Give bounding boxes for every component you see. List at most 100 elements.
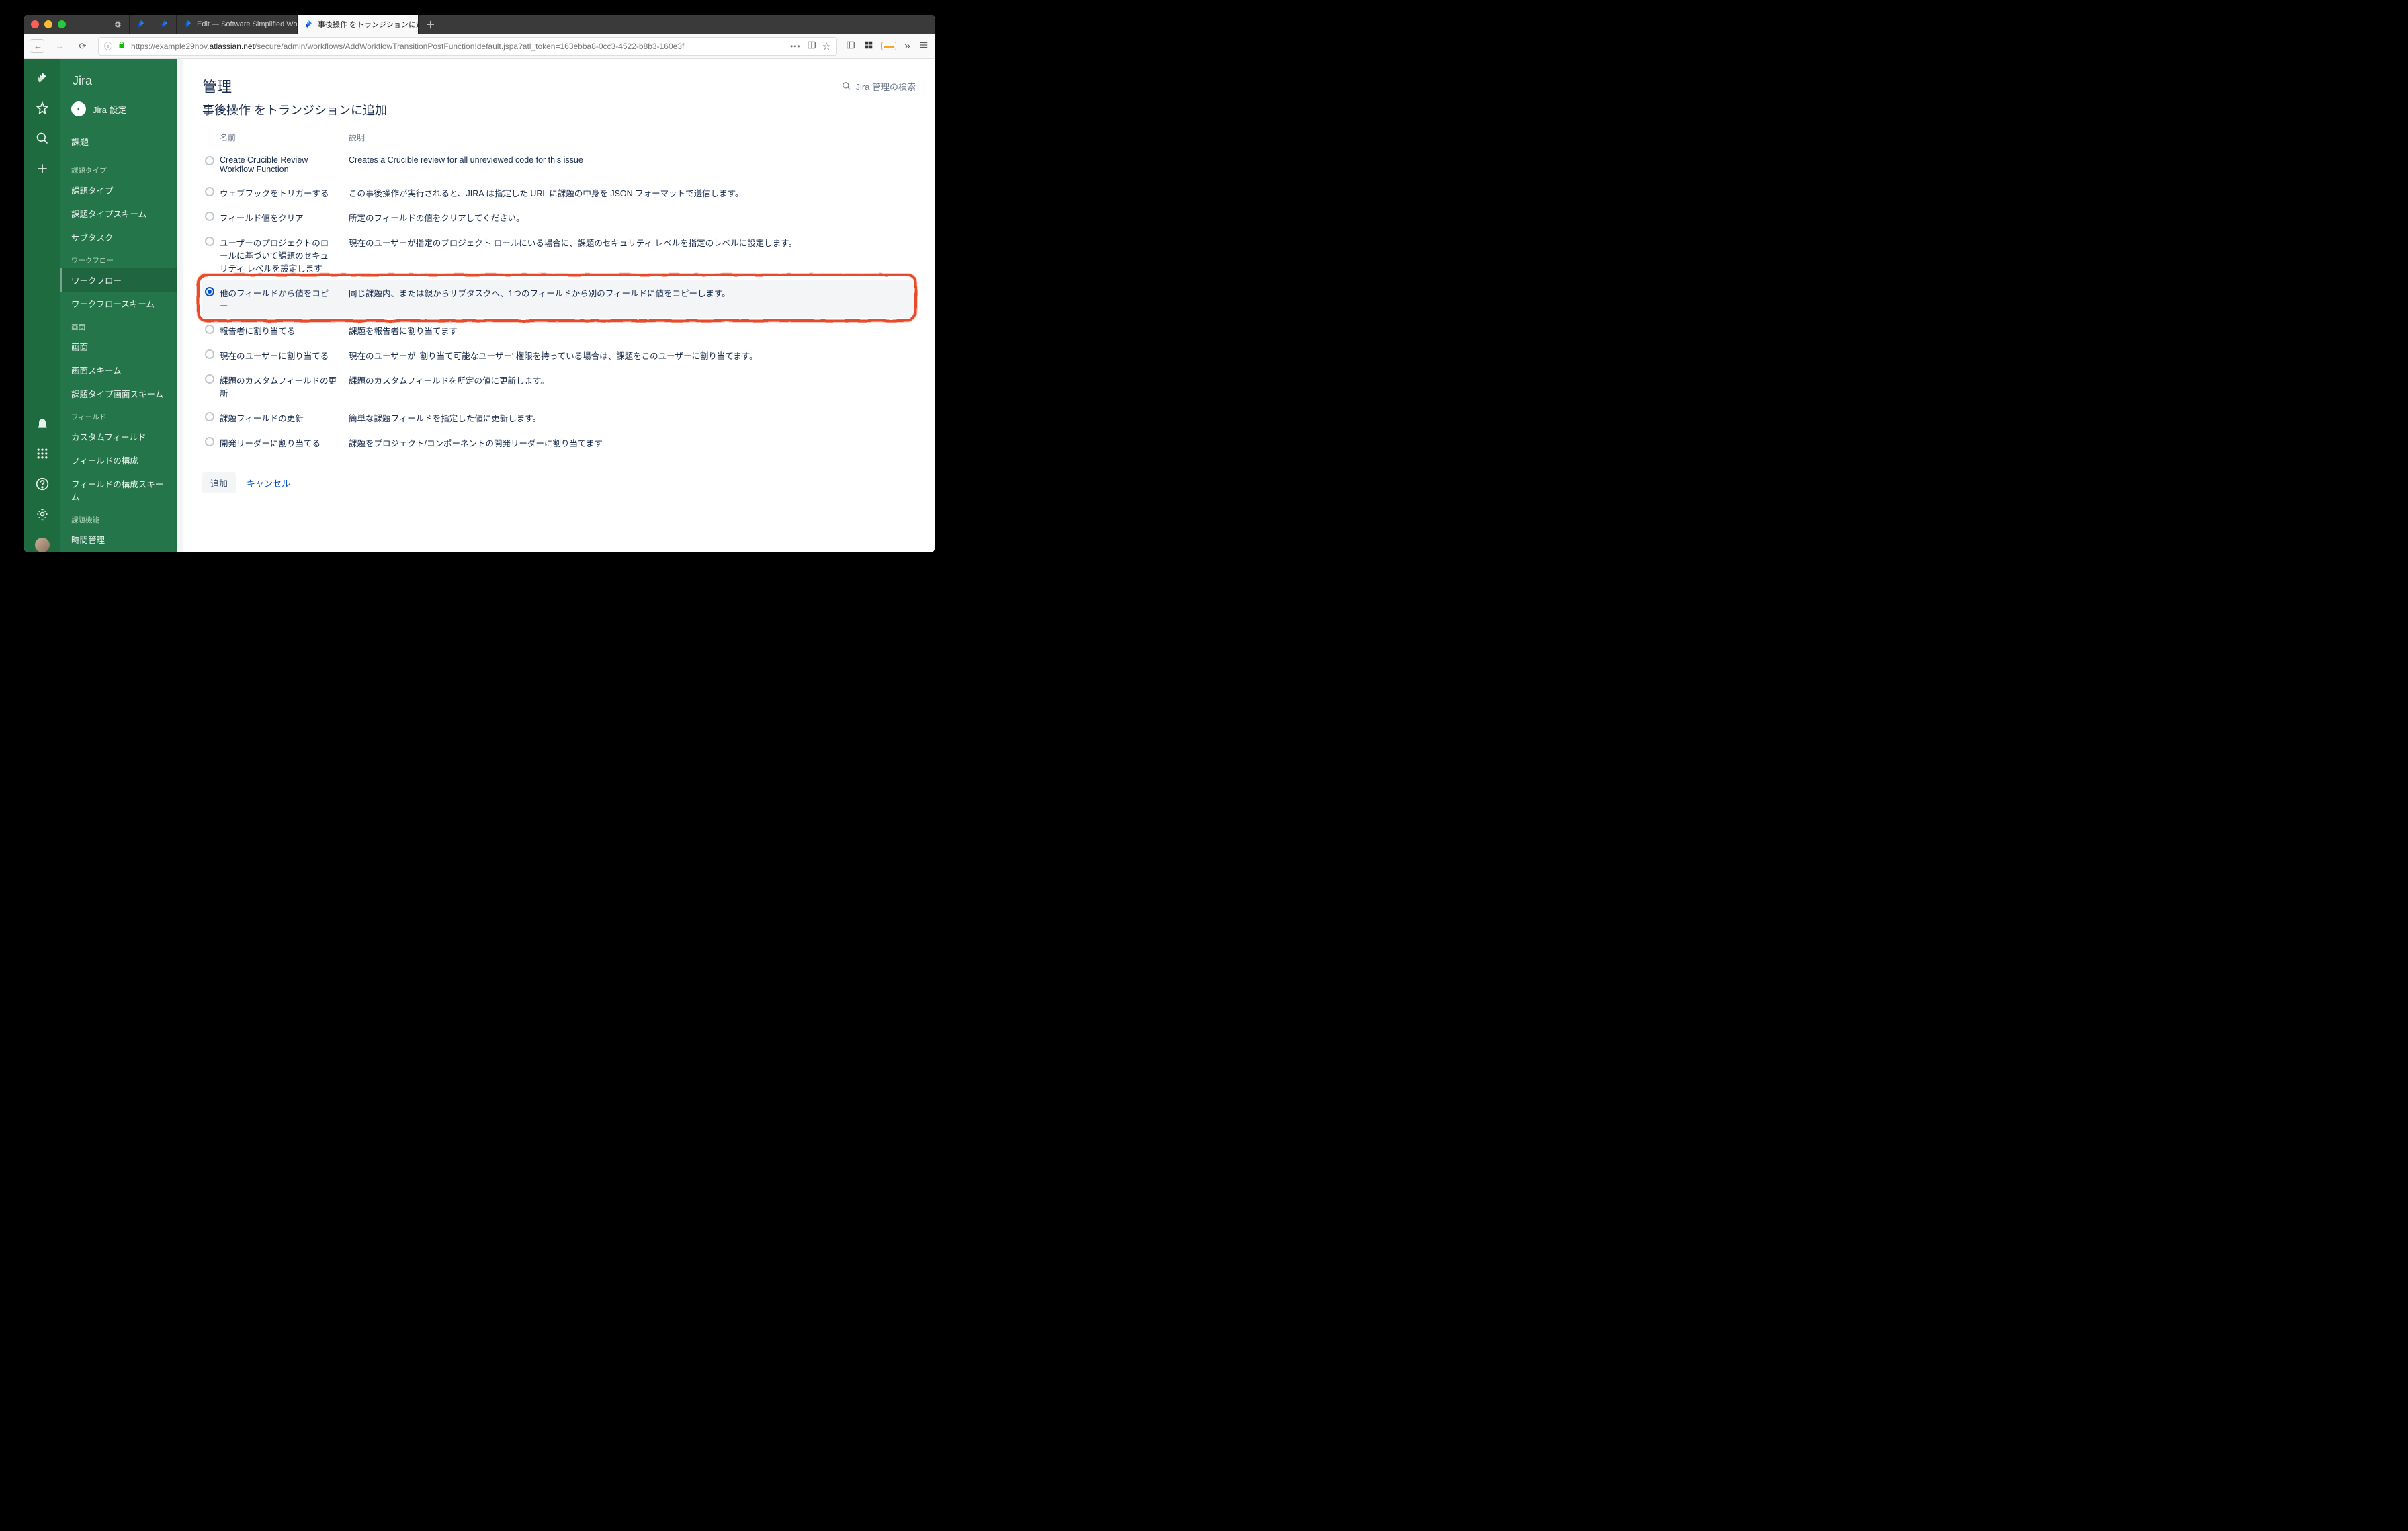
extension-badge[interactable]: ▬▬ — [882, 42, 896, 50]
apps-grid-icon[interactable] — [36, 447, 49, 462]
submit-button[interactable]: 追加 — [202, 472, 236, 493]
table-row[interactable]: 現在のユーザーに割り当てる現在のユーザーが '割り当て可能なユーザー' 権限を持… — [202, 343, 916, 368]
function-desc: 課題のカスタムフィールドを所定の値に更新します。 — [346, 368, 916, 405]
overflow-icon[interactable]: » — [904, 40, 910, 52]
jira-logo-icon[interactable] — [36, 71, 49, 87]
help-icon[interactable] — [36, 477, 49, 493]
radio-button[interactable] — [205, 412, 214, 421]
browser-tab-postfunction[interactable]: 事後操作 をトランジションに追… × — [298, 15, 419, 34]
close-window-button[interactable] — [31, 20, 39, 28]
table-row[interactable]: 課題フィールドの更新簡単な課題フィールドを指定した値に更新します。 — [202, 405, 916, 430]
function-name: 課題フィールドの更新 — [217, 405, 346, 430]
admin-search-label: Jira 管理の検索 — [855, 80, 916, 93]
plus-icon: ＋ — [425, 17, 435, 32]
sidebar-item[interactable]: 画面スキーム — [60, 358, 177, 382]
sidebar-item[interactable]: ワークフロースキーム — [60, 292, 177, 315]
function-desc: 課題を報告者に割り当てます — [346, 318, 916, 343]
radio-button[interactable] — [205, 437, 214, 446]
col-name: 名前 — [217, 128, 346, 149]
sidebar-item[interactable]: ワークフロー — [60, 268, 177, 292]
back-label: Jira 設定 — [93, 103, 127, 116]
function-desc: 簡単な課題フィールドを指定した値に更新します。 — [346, 405, 916, 430]
extension-grid-icon[interactable] — [864, 40, 873, 52]
search-icon[interactable] — [36, 132, 49, 147]
more-url-icon[interactable]: ••• — [790, 42, 801, 51]
sidebar-item[interactable]: 課題タイプ画面スキーム — [60, 382, 177, 405]
table-row[interactable]: ウェブフックをトリガーするこの事後操作が実行されると、JIRA は指定した UR… — [202, 180, 916, 205]
create-plus-icon[interactable] — [36, 162, 49, 177]
hamburger-menu-icon[interactable] — [918, 40, 929, 52]
sidebar-toggle-icon[interactable] — [845, 40, 856, 52]
table-row[interactable]: 開発リーダーに割り当てる課題をプロジェクト/コンポーネントの開発リーダーに割り当… — [202, 430, 916, 455]
sidebar-item-issues[interactable]: 課題 — [60, 130, 177, 159]
table-row[interactable]: フィールド値をクリア所定のフィールドの値をクリアしてください。 — [202, 205, 916, 230]
cancel-link[interactable]: キャンセル — [247, 477, 290, 489]
star-icon[interactable] — [36, 101, 49, 117]
settings-gear-icon[interactable] — [36, 507, 49, 523]
table-row[interactable]: Create Crucible Review Workflow Function… — [202, 149, 916, 181]
bookmark-star-icon[interactable]: ☆ — [822, 40, 831, 52]
forward-button[interactable]: → — [52, 41, 67, 51]
back-arrow-icon — [71, 101, 86, 116]
sidebar-item[interactable]: カスタムフィールド — [60, 425, 177, 448]
radio-button[interactable] — [205, 156, 214, 165]
function-desc: 現在のユーザーが '割り当て可能なユーザー' 権限を持っている場合は、課題をこの… — [346, 343, 916, 368]
browser-tab-jira-1[interactable] — [130, 15, 153, 34]
radio-button[interactable] — [205, 187, 214, 196]
admin-search-link[interactable]: Jira 管理の検索 — [842, 80, 916, 93]
profile-avatar[interactable] — [35, 538, 50, 552]
browser-tab-edit-workflow[interactable]: Edit — Software Simplified Wo… × — [177, 15, 298, 34]
global-nav-rail — [24, 59, 60, 552]
function-name: 現在のユーザーに割り当てる — [217, 343, 346, 368]
tab-label: 事後操作 をトランジションに追… — [318, 19, 419, 30]
sidebar-item[interactable]: フィールドの構成スキーム — [60, 472, 177, 508]
page-subtitle: 事後操作 をトランジションに追加 — [202, 101, 916, 118]
sidebar-section-heading: 画面 — [60, 315, 177, 335]
notification-icon[interactable] — [36, 417, 49, 432]
sidebar-item[interactable]: 時間管理 — [60, 528, 177, 551]
sidebar-item[interactable]: 課題タイプスキーム — [60, 202, 177, 225]
url-path: /secure/admin/workflows/AddWorkflowTrans… — [255, 42, 684, 51]
jira-icon — [160, 19, 169, 29]
radio-button[interactable] — [205, 349, 214, 359]
minimize-window-button[interactable] — [44, 20, 52, 28]
new-tab-button[interactable]: ＋ — [419, 15, 442, 34]
main-panel: 管理 Jira 管理の検索 事後操作 をトランジションに追加 名前 説明 Cre… — [183, 59, 935, 552]
page-content: Jira Jira 設定 課題 課題タイプ課題タイプ課題タイプスキームサブタスク… — [24, 59, 935, 552]
function-desc: 所定のフィールドの値をクリアしてください。 — [346, 205, 916, 230]
back-link[interactable]: Jira 設定 — [60, 97, 177, 130]
table-row[interactable]: 他のフィールドから値をコピー同じ課題内、または親からサブタスクへ、1つのフィール… — [202, 280, 916, 318]
back-button[interactable]: ← — [30, 39, 44, 53]
radio-button[interactable] — [205, 237, 214, 246]
reader-icon[interactable] — [806, 40, 817, 52]
radio-button[interactable] — [205, 212, 214, 221]
sidebar-section-heading: 課題機能 — [60, 508, 177, 528]
site-info-icon[interactable]: ⓘ — [104, 40, 112, 52]
sidebar-item[interactable]: フィールドの構成 — [60, 448, 177, 472]
window-controls — [31, 20, 66, 28]
sidebar-item[interactable]: 課題タイプ — [60, 178, 177, 202]
radio-button[interactable] — [205, 374, 214, 384]
radio-button[interactable] — [205, 325, 214, 334]
url-host: atlassian.net — [210, 42, 255, 51]
jira-icon — [183, 19, 193, 29]
table-row[interactable]: 課題のカスタムフィールドの更新課題のカスタムフィールドを所定の値に更新します。 — [202, 368, 916, 405]
reload-button[interactable]: ⟳ — [75, 41, 90, 52]
radio-button[interactable] — [205, 287, 214, 296]
address-bar[interactable]: ⓘ https://example29nov.atlassian.net/sec… — [98, 37, 837, 56]
browser-tabs: Edit — Software Simplified Wo… × 事後操作 をト… — [106, 15, 442, 34]
form-actions: 追加 キャンセル — [202, 472, 916, 493]
zoom-window-button[interactable] — [58, 20, 66, 28]
table-row[interactable]: ユーザーのプロジェクトのロールに基づいて課題のセキュリティ レベルを設定します現… — [202, 230, 916, 280]
admin-sidebar: Jira Jira 設定 課題 課題タイプ課題タイプ課題タイプスキームサブタスク… — [60, 59, 177, 552]
browser-tab-settings[interactable] — [106, 15, 130, 34]
sidebar-item[interactable]: サブタスク — [60, 225, 177, 249]
toolbar-extensions: ▬▬ » — [845, 40, 929, 52]
function-desc: 同じ課題内、または親からサブタスクへ、1つのフィールドから別のフィールドに値をコ… — [346, 280, 916, 318]
table-row[interactable]: 報告者に割り当てる課題を報告者に割り当てます — [202, 318, 916, 343]
sidebar-scrollbar[interactable] — [177, 59, 183, 552]
browser-tab-jira-2[interactable] — [153, 15, 177, 34]
function-name: ウェブフックをトリガーする — [217, 180, 346, 205]
sidebar-item[interactable]: 画面 — [60, 335, 177, 358]
product-name: Jira — [60, 59, 177, 97]
